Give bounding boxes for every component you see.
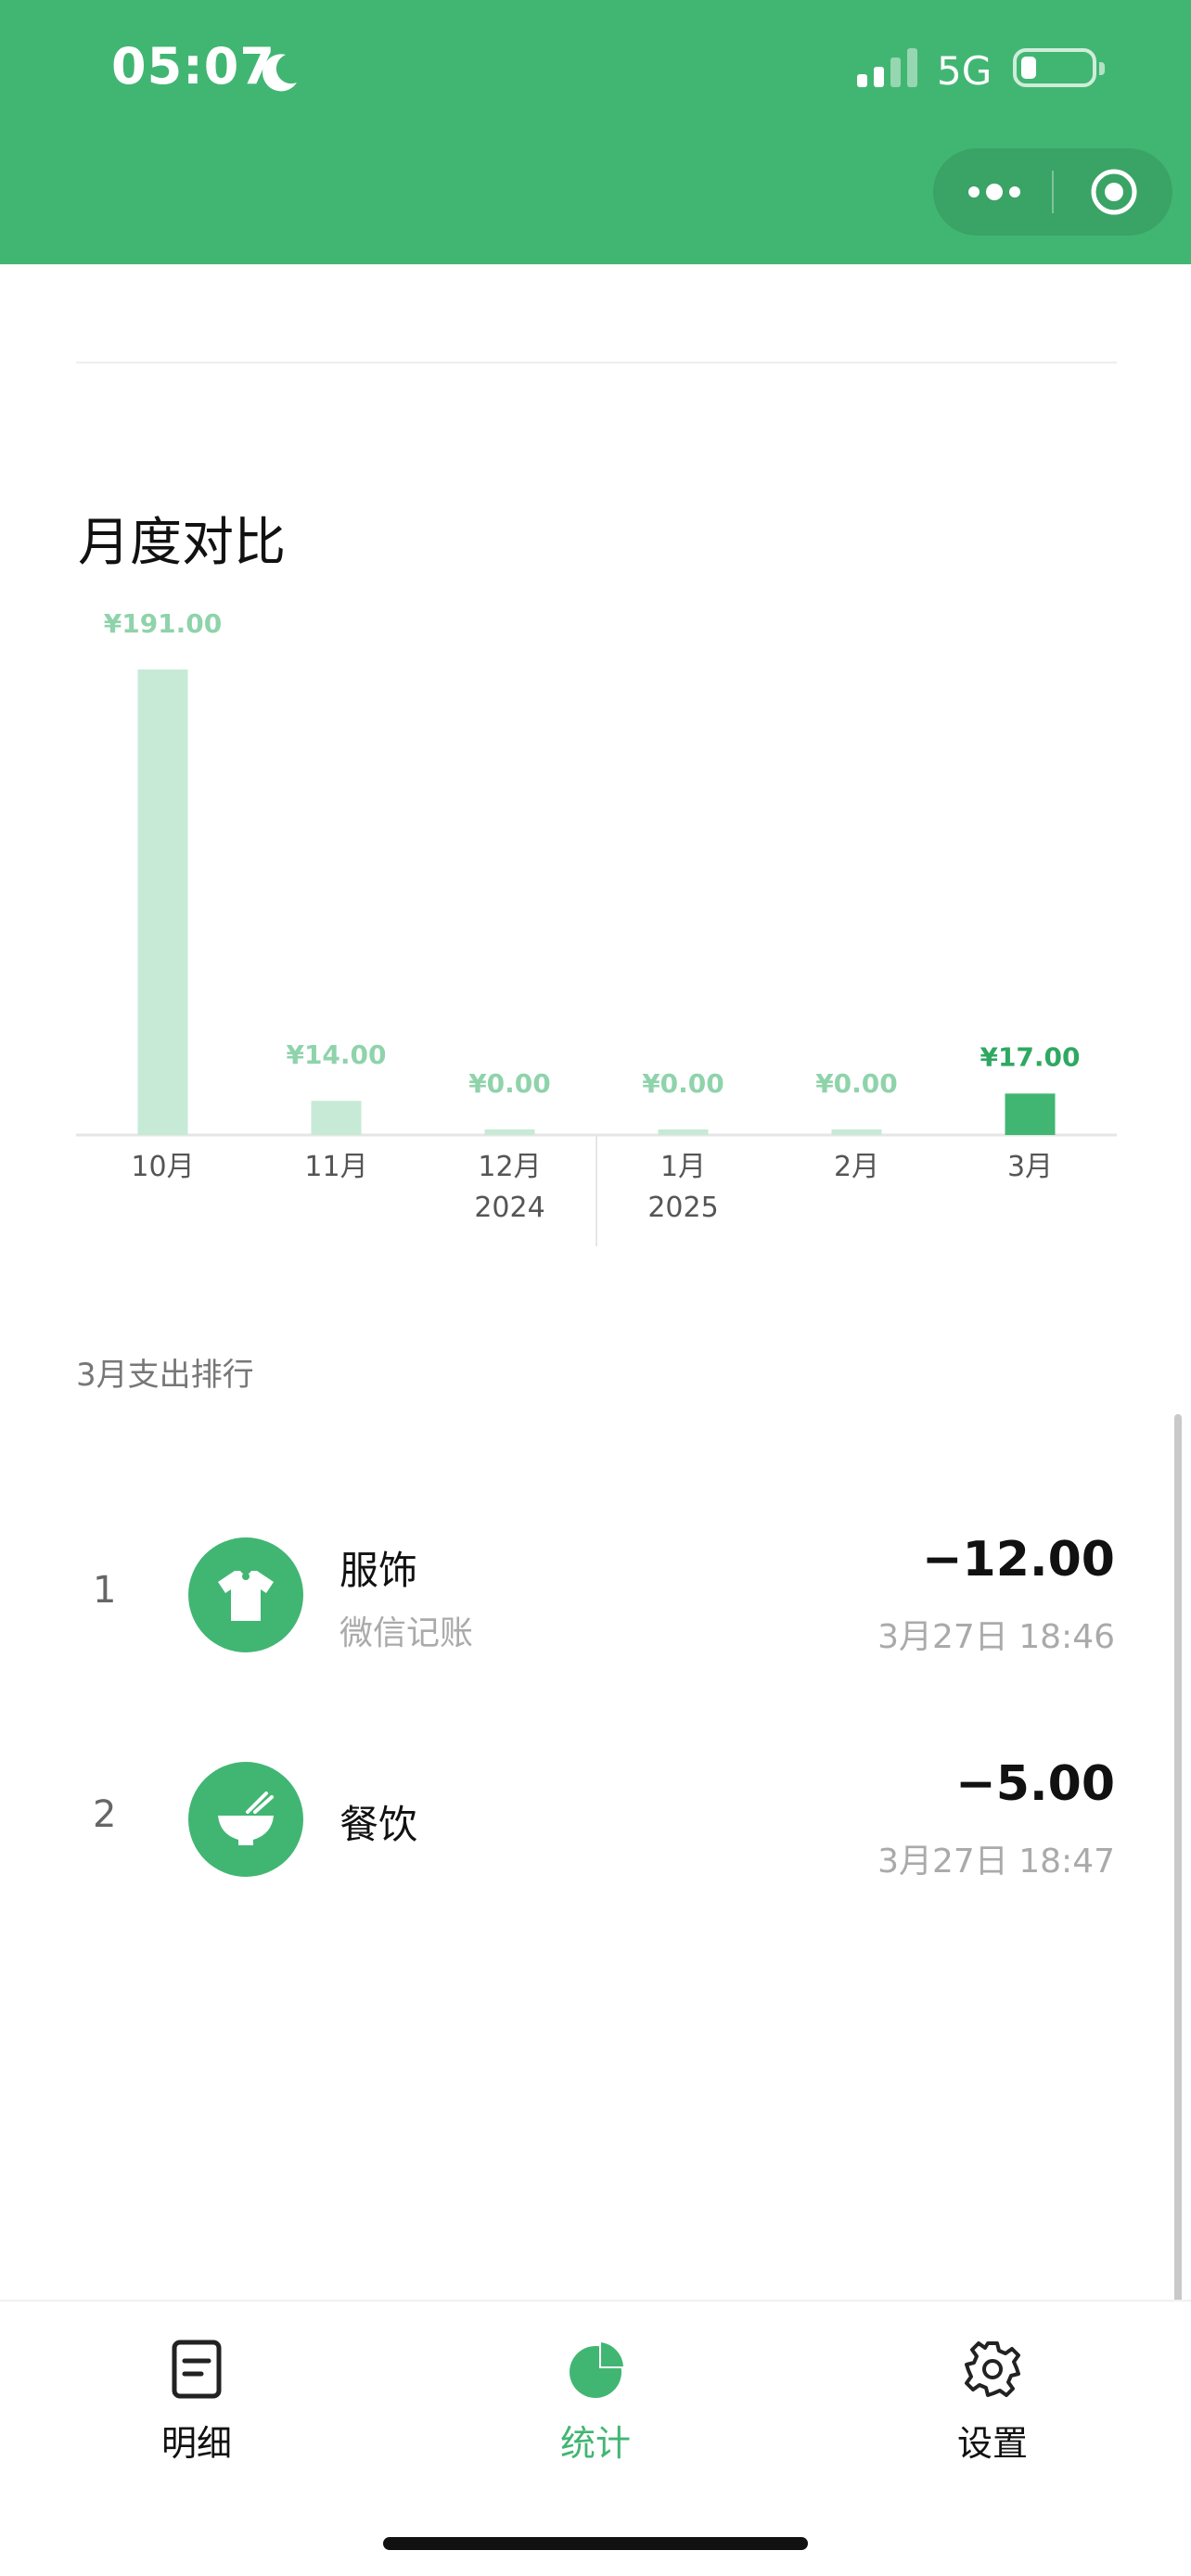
ranking-item[interactable]: 2 餐饮 −5.00 3月27日 18:47 [0, 1727, 1191, 1912]
chart-bar[interactable] [137, 670, 188, 1135]
gear-icon [965, 2341, 1020, 2397]
bar-value-label: ¥191.00 [104, 608, 223, 639]
tab-label: 统计 [559, 2423, 631, 2464]
chart-svg: ¥191.00 10月 ¥14.00 11月 ¥0.00 12月 2024 ¥0.00 1月 20… [76, 608, 1117, 1246]
bar-category-label: 2月 [834, 1151, 879, 1183]
bottom-tab-bar: 明细 统计 设置 [0, 2300, 1191, 2576]
close-target-icon[interactable] [1085, 163, 1143, 221]
chart-bar[interactable] [311, 1101, 362, 1135]
chart-bar[interactable] [484, 1129, 535, 1135]
record-time: 3月27日 18:46 [877, 1618, 1115, 1656]
bar-value-label: ¥14.00 [286, 1039, 386, 1070]
chart-bar[interactable] [658, 1129, 709, 1135]
category-icon-circle [188, 1537, 303, 1652]
divider [76, 362, 1117, 363]
monthly-bar-chart: ¥191.00 10月 ¥14.00 11月 ¥0.00 12月 2024 ¥0.00 1月 20… [0, 556, 1191, 1261]
amount: −5.00 [955, 1756, 1115, 1812]
network-type: 5G [937, 48, 992, 94]
bar-category-label: 10月 [131, 1151, 194, 1183]
document-icon [172, 2340, 222, 2399]
bar-value-label: ¥0.00 [815, 1068, 898, 1099]
scrollbar[interactable] [1174, 1414, 1182, 2434]
record-note: 微信记账 [339, 1614, 474, 1652]
signal-icon [857, 48, 917, 87]
tab-statistics[interactable]: 统计 [484, 2339, 707, 2478]
bar-category-label: 12月 [478, 1151, 541, 1183]
ranking-item[interactable]: 1 服饰 微信记账 −12.00 3月27日 18:46 [0, 1502, 1191, 1688]
tab-settings[interactable]: 设置 [881, 2339, 1104, 2478]
bar-category-label: 3月 [1007, 1151, 1053, 1183]
category-name: 服饰 [339, 1548, 418, 1593]
bar-value-label: ¥17.00 [980, 1041, 1080, 1072]
bar-category-label: 11月 [304, 1151, 367, 1183]
amount: −12.00 [921, 1532, 1115, 1588]
category-name: 餐饮 [339, 1802, 418, 1847]
moon-icon [263, 54, 297, 92]
pie-chart-icon [570, 2342, 623, 2398]
home-indicator [383, 2537, 808, 2550]
tab-detail[interactable]: 明细 [85, 2339, 308, 2478]
more-dots-icon[interactable] [967, 176, 1022, 208]
tab-label: 明细 [160, 2423, 232, 2464]
record-time: 3月27日 18:47 [877, 1843, 1115, 1881]
bar-year-label: 2024 [474, 1192, 544, 1224]
bar-value-label: ¥0.00 [468, 1068, 551, 1099]
top-header: 05:07 5G [0, 0, 1191, 264]
mini-program-capsule [933, 148, 1172, 236]
rank-number: 1 [93, 1569, 117, 1612]
bar-category-label: 1月 [660, 1151, 706, 1183]
battery-icon [1013, 48, 1105, 87]
bowl-icon [218, 1792, 274, 1845]
category-icon-circle [188, 1762, 303, 1877]
ranking-title: 3月支出排行 [76, 1357, 254, 1394]
capsule-divider [1052, 171, 1054, 213]
tab-label: 设置 [956, 2423, 1028, 2464]
bar-year-label: 2025 [647, 1192, 718, 1224]
rank-number: 2 [93, 1793, 117, 1836]
chart-bar[interactable] [831, 1129, 882, 1135]
chart-bar[interactable] [1005, 1093, 1056, 1135]
bar-value-label: ¥0.00 [642, 1068, 724, 1099]
status-time: 05:07 [111, 37, 275, 96]
tshirt-icon [218, 1571, 274, 1621]
